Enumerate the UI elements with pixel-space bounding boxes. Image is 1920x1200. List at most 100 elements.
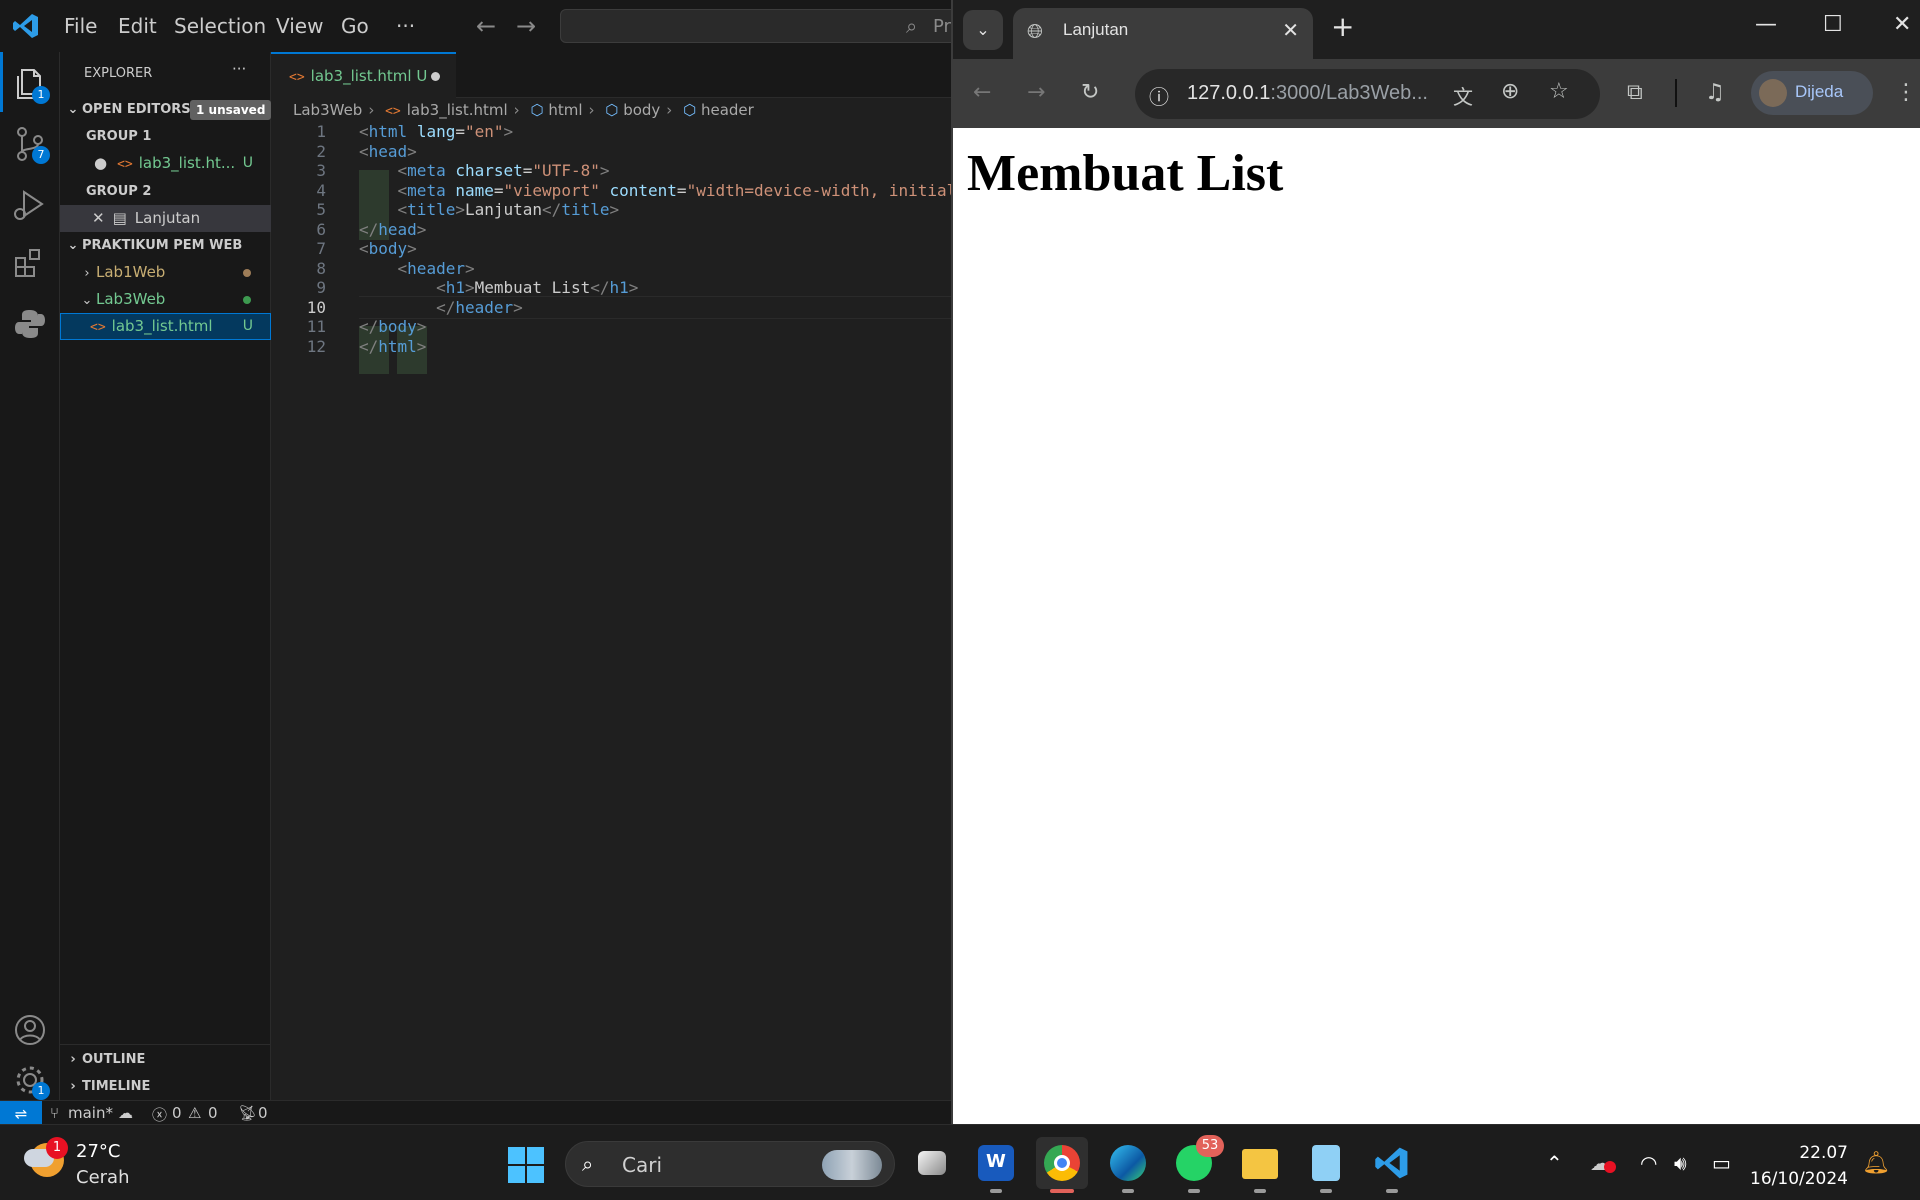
breadcrumb-file[interactable]: lab3_list.html <box>407 101 508 119</box>
html-file-icon: <> <box>117 157 133 172</box>
taskbar-search[interactable]: ⌕ Cari <box>565 1141 895 1187</box>
chevron-right-icon: › <box>70 1079 76 1094</box>
code-line[interactable]: <head> <box>359 142 417 161</box>
error-icon[interactable]: ⓧ <box>152 1104 167 1125</box>
chrome-icon[interactable] <box>1036 1137 1088 1193</box>
open-editor-lanjutan-label: Lanjutan <box>134 209 201 227</box>
vscode-taskbar-icon[interactable] <box>1366 1137 1418 1193</box>
minimize-icon[interactable]: — <box>1755 12 1777 37</box>
code-line[interactable]: <title>Lanjutan</title> <box>359 200 620 219</box>
open-editor-item-lab3[interactable]: ● <> lab3_list.ht... U <box>60 150 271 177</box>
code-line[interactable]: </html> <box>359 337 426 356</box>
menu-more[interactable]: ··· <box>396 14 415 38</box>
menu-edit[interactable]: Edit <box>118 14 157 38</box>
accounts-icon[interactable] <box>10 1010 50 1050</box>
chrome-menu-icon[interactable]: ⋮ <box>1895 81 1917 105</box>
edge-icon[interactable] <box>1102 1137 1154 1193</box>
unsaved-dot-icon[interactable] <box>431 72 440 81</box>
outline-header[interactable]: › OUTLINE <box>60 1046 271 1073</box>
open-editor-item-lanjutan[interactable]: ✕ ▤ Lanjutan <box>60 205 271 232</box>
clock-time[interactable]: 22.07 <box>1799 1143 1848 1163</box>
weather-badge: 1 <box>46 1137 68 1159</box>
site-info-icon[interactable]: ⓘ <box>1149 81 1169 110</box>
tab-lab3-list[interactable]: <> lab3_list.html U <box>271 52 456 98</box>
tab-search-button[interactable]: ⌄ <box>963 10 1003 50</box>
breadcrumb: Lab3Web › <> lab3_list.html › ⬡ html › ⬡ bod… <box>271 98 951 122</box>
new-tab-button[interactable]: + <box>1331 12 1354 42</box>
extensions-icon[interactable] <box>10 244 50 284</box>
source-control-icon[interactable]: 7 <box>10 124 50 164</box>
workspace-header[interactable]: ⌄ PRAKTIKUM PEM WEB <box>60 232 271 259</box>
start-windows-icon[interactable] <box>508 1147 544 1183</box>
command-center-search[interactable]: ⌕ Pr <box>560 9 980 43</box>
timeline-header[interactable]: › TIMELINE <box>60 1073 271 1100</box>
code-line[interactable]: </header> <box>359 298 523 317</box>
extensions-puzzle-icon[interactable]: ⧉ <box>1627 81 1643 105</box>
forward-icon[interactable]: → <box>1027 81 1045 105</box>
back-icon[interactable]: ← <box>973 81 991 105</box>
folder-lab1web[interactable]: › Lab1Web <box>60 259 271 286</box>
file-lab3-list[interactable]: <> lab3_list.html U <box>60 313 271 340</box>
close-tab-icon[interactable]: ✕ <box>1282 18 1299 42</box>
breadcrumb-folder[interactable]: Lab3Web <box>293 101 362 119</box>
chevron-up-icon[interactable]: ⌃ <box>1546 1151 1563 1175</box>
profile-button[interactable]: Dijeda <box>1751 71 1873 115</box>
address-url: 127.0.0.1:3000/Lab3Web... <box>1187 82 1428 105</box>
word-icon[interactable]: W <box>970 1137 1022 1193</box>
code-line[interactable]: <meta name="viewport" content="width=dev… <box>359 181 957 200</box>
forward-arrow-icon[interactable]: → <box>516 12 536 40</box>
code-line[interactable]: <meta charset="UTF-8"> <box>359 161 610 180</box>
breadcrumb-html[interactable]: html <box>548 101 582 119</box>
reload-icon[interactable]: ↻ <box>1081 81 1099 105</box>
wifi-icon[interactable]: ◠ <box>1640 1151 1657 1175</box>
group-1-label: GROUP 1 <box>86 129 152 144</box>
menu-selection[interactable]: Selection <box>174 14 266 38</box>
menu-view[interactable]: View <box>276 14 323 38</box>
close-window-icon[interactable]: ✕ <box>1893 12 1911 37</box>
zoom-icon[interactable]: ⊕ <box>1501 79 1519 104</box>
bookmark-star-icon[interactable]: ☆ <box>1549 79 1569 104</box>
weather-temp: 27°C <box>76 1141 121 1162</box>
whatsapp-icon[interactable]: 53 <box>1168 1135 1224 1193</box>
code-line[interactable]: <header> <box>359 259 475 278</box>
manage-gear-icon[interactable]: 1 <box>10 1060 50 1100</box>
sync-icon[interactable]: ☁ <box>118 1104 133 1122</box>
task-view-icon[interactable] <box>906 1137 958 1189</box>
volume-icon[interactable]: 🔊︎ <box>1674 1151 1687 1175</box>
folder-lab3web[interactable]: ⌄ Lab3Web <box>60 286 271 313</box>
translate-icon[interactable]: 文 <box>1453 81 1473 110</box>
html-file-icon: <> <box>90 320 106 335</box>
avatar <box>1759 79 1787 107</box>
open-editors-header[interactable]: ⌄ OPEN EDITORS 1 unsaved <box>60 96 271 123</box>
ports-icon[interactable]: 📡︎ <box>238 1104 257 1122</box>
explorer-icon[interactable]: 1 <box>10 64 50 104</box>
notepad-icon[interactable] <box>1300 1137 1352 1193</box>
line-number: 4 <box>316 180 326 200</box>
breadcrumb-body[interactable]: body <box>623 101 660 119</box>
back-arrow-icon[interactable]: ← <box>476 12 496 40</box>
code-line[interactable]: <h1>Membuat List</h1> <box>359 278 638 297</box>
tab-lanjutan[interactable]: 🌐︎ Lanjutan ✕ <box>1013 8 1313 59</box>
menu-file[interactable]: File <box>64 14 97 38</box>
code-line[interactable]: </head> <box>359 220 426 239</box>
code-line[interactable]: <html lang="en"> <box>359 122 513 141</box>
address-bar[interactable]: ⓘ 127.0.0.1:3000/Lab3Web... 文 ⊕ ☆ <box>1135 69 1600 119</box>
notification-bell-icon[interactable]: 🔔︎ <box>1862 1151 1890 1176</box>
run-debug-icon[interactable] <box>10 184 50 224</box>
menu-go[interactable]: Go <box>341 14 369 38</box>
explorer-more-button[interactable]: ··· <box>232 60 246 78</box>
maximize-icon[interactable]: ☐ <box>1823 12 1843 37</box>
battery-icon[interactable]: ▭ <box>1712 1151 1731 1175</box>
branch-name[interactable]: main* <box>68 1104 113 1122</box>
breadcrumb-header[interactable]: header <box>701 101 754 119</box>
line-number: 1 <box>316 122 326 141</box>
warning-count: 0 <box>208 1104 218 1122</box>
code-editor[interactable]: 1 <html lang="en"> 2 <head> 3 <meta charset=… <box>271 122 959 1100</box>
close-icon[interactable]: ✕ <box>92 209 105 227</box>
clock-date[interactable]: 16/10/2024 <box>1750 1169 1848 1189</box>
python-icon[interactable] <box>10 304 50 344</box>
code-line[interactable]: <body> <box>359 239 417 258</box>
file-explorer-icon[interactable] <box>1234 1137 1286 1193</box>
media-controls-icon[interactable]: ♫ <box>1705 81 1725 105</box>
code-line[interactable]: </body> <box>359 317 426 336</box>
